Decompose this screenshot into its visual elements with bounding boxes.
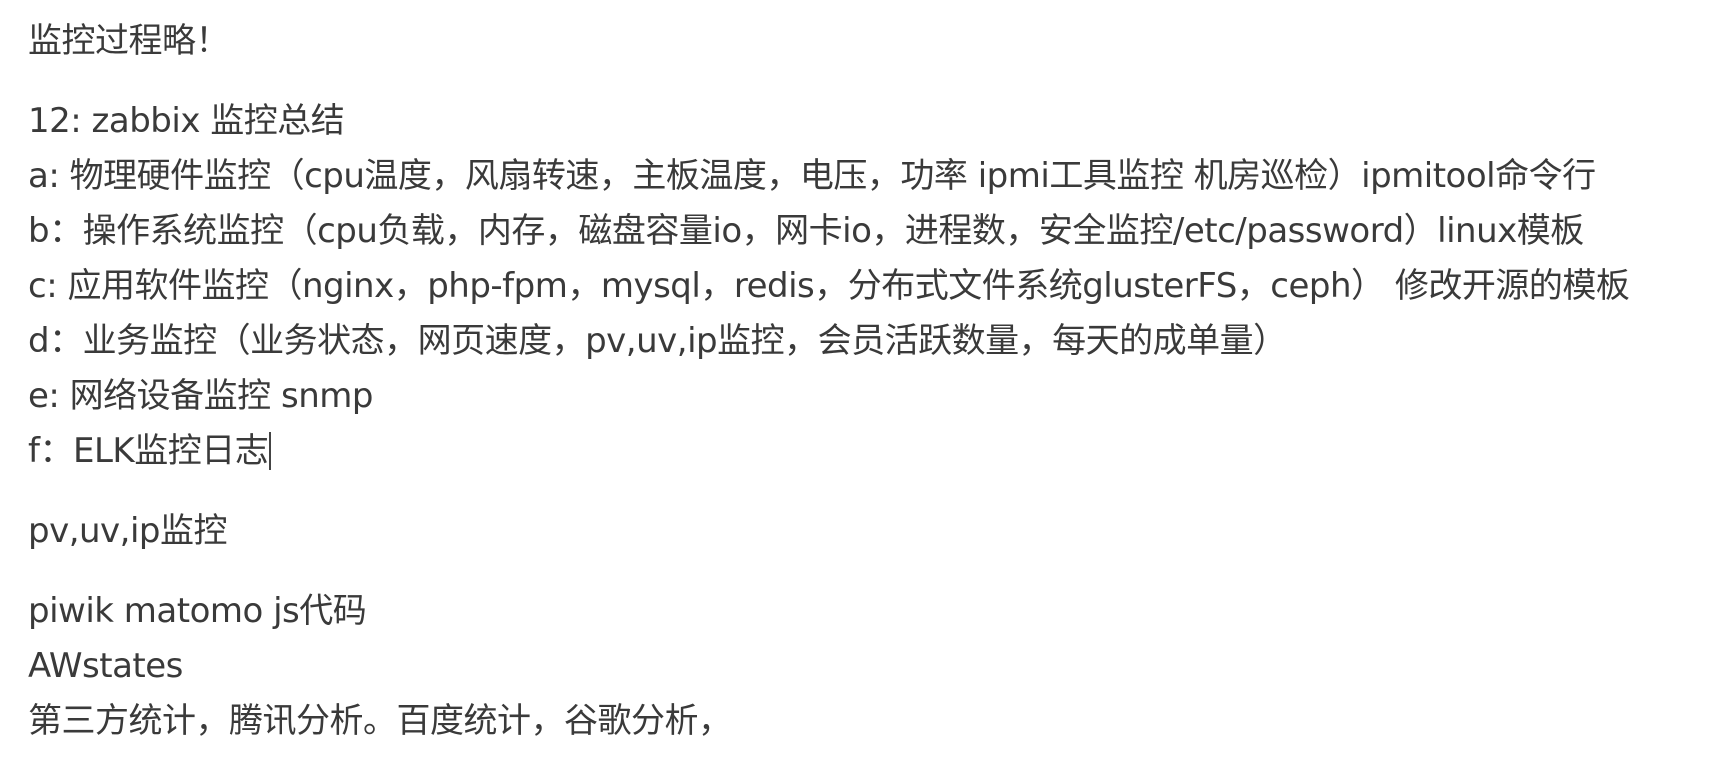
monitor-item-business: d：业务监控（业务状态，网页速度，pv,uv,ip监控，会员活跃数量，每天的成单… [28, 321, 1287, 361]
monitor-item-elk: f：ELK监控日志 [28, 431, 269, 471]
text-cursor [269, 432, 272, 470]
monitor-item-os: b：操作系统监控（cpu负载，内存，磁盘容量io，网卡io，进程数，安全监控/e… [28, 211, 1584, 251]
heading-text: 监控过程略！ [28, 21, 230, 61]
pv-title: pv,uv,ip监控 [28, 511, 228, 551]
summary-title: 12: zabbix 监控总结 [28, 101, 345, 141]
tool-item-piwik: piwik matomo js代码 [28, 591, 367, 631]
monitor-item-application: c: 应用软件监控（nginx，php-fpm，mysql，redis，分布式文… [28, 266, 1630, 306]
tool-item-awstates: AWstates [28, 646, 183, 686]
monitor-item-network: e: 网络设备监控 snmp [28, 376, 373, 416]
tool-item-third-party: 第三方统计，腾讯分析。百度统计，谷歌分析， [28, 701, 732, 741]
document-body[interactable]: 监控过程略！ 12: zabbix 监控总结 a: 物理硬件监控（cpu温度，风… [28, 14, 1718, 749]
monitor-item-hardware: a: 物理硬件监控（cpu温度，风扇转速，主板温度，电压，功率 ipmi工具监控… [28, 156, 1596, 196]
monitor-item-elk-row[interactable]: f：ELK监控日志 [28, 424, 1718, 479]
